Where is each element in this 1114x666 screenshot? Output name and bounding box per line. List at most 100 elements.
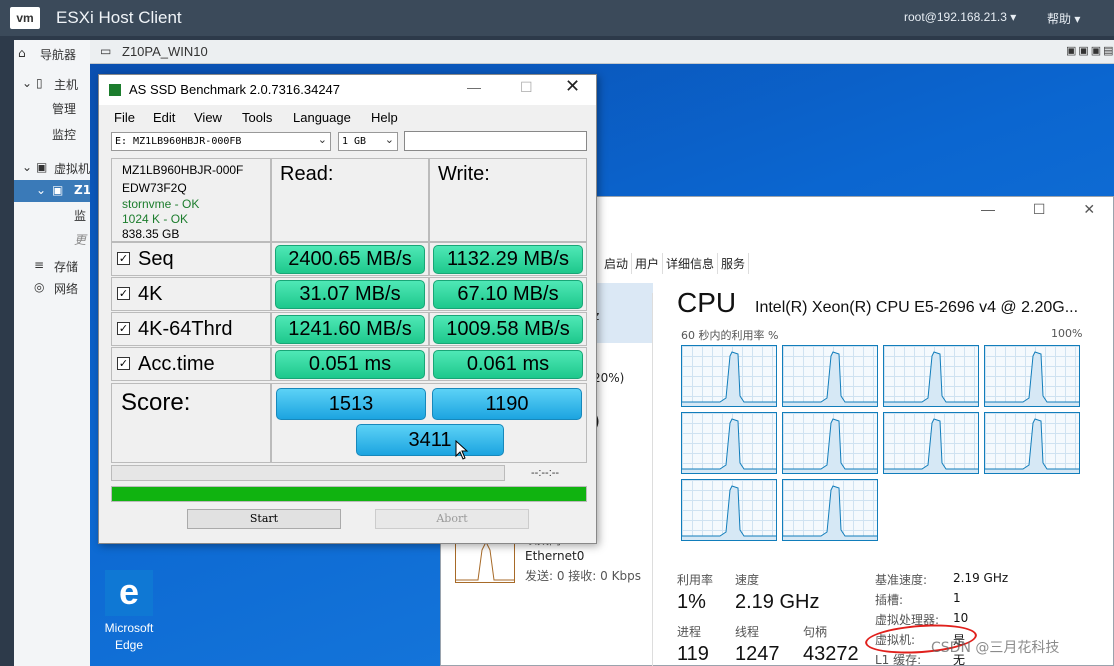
minimize-icon[interactable]: —	[467, 79, 481, 95]
4k-checkbox[interactable]: ✓	[117, 287, 130, 300]
perf-sidebar-fragment: 20%)	[593, 371, 625, 385]
threads-label: 线程	[735, 625, 760, 639]
abort-button[interactable]: Abort	[375, 509, 529, 529]
edge-icon[interactable]: e	[105, 570, 153, 616]
sidebar-item-vm-more[interactable]: 更	[74, 231, 86, 248]
test-progress-bar	[111, 465, 505, 481]
sidebar-item-manage[interactable]: 管理	[52, 100, 76, 117]
storage-icon: ≡	[34, 258, 45, 272]
chevron-down-icon[interactable]: ⌄	[22, 160, 32, 174]
pane-divider	[652, 293, 653, 666]
tab-startup[interactable]: 启动	[601, 253, 633, 274]
vm-console-header: ▭ Z10PA_WIN10 ▣▣▣▤⚙ 操作	[90, 40, 1114, 64]
as-ssd-titlebar: AS SSD Benchmark 2.0.7316.34247 — ☐ ✕	[99, 75, 596, 105]
score-read: 1513	[276, 388, 426, 420]
score-label-cell: Score:	[111, 383, 271, 463]
vm-console-title: Z10PA_WIN10	[122, 44, 208, 59]
user-menu[interactable]: root@192.168.21.3 ▾	[904, 10, 1016, 24]
start-button[interactable]: Start	[187, 509, 341, 529]
vm-icon: ▣	[52, 183, 64, 197]
cpu-core-graph	[782, 345, 878, 407]
menu-file[interactable]: File	[114, 110, 135, 125]
close-icon[interactable]: ✕	[565, 76, 580, 97]
sidebar-item-vm-monitor[interactable]: 监	[74, 207, 86, 224]
seq-checkbox[interactable]: ✓	[117, 252, 130, 265]
result-cell: 1009.58 MB/s	[429, 312, 587, 346]
handles-value: 43272	[803, 643, 859, 665]
driver-status: stornvme - OK	[122, 197, 200, 211]
perf-sidebar-selected-item[interactable]	[593, 283, 653, 343]
result-cell: 31.07 MB/s	[271, 277, 429, 311]
cpu-core-graph	[984, 412, 1080, 474]
vm-icon: ▣	[36, 160, 48, 174]
score-write: 1190	[432, 388, 582, 420]
speed-value: 2.19 GHz	[735, 591, 820, 613]
cpu-core-usage-area	[783, 486, 877, 540]
4k-read-result: 31.07 MB/s	[275, 280, 425, 309]
sidebar-item-host[interactable]: 主机	[54, 76, 78, 93]
sidebar-item-network[interactable]: 网络	[54, 280, 78, 297]
cpu-core-usage-area	[682, 486, 776, 540]
cpu-core-usage-area	[884, 352, 978, 406]
menu-help[interactable]: Help	[371, 110, 398, 125]
console-toolbar-icons[interactable]: ▣▣▣▤⚙	[1066, 44, 1114, 57]
tab-users[interactable]: 用户	[632, 253, 664, 274]
threads-value: 1247	[735, 643, 780, 665]
sidebar-navigator[interactable]: 导航器	[40, 46, 76, 63]
ethernet-mini-graph-line	[456, 540, 514, 581]
4k-64thrd-read-result: 1241.60 MB/s	[275, 315, 425, 344]
write-column-header: Write:	[429, 158, 587, 242]
cpu-graph-max: 100%	[1051, 327, 1083, 340]
test-size-select[interactable]: 1 GB ⌄	[338, 132, 398, 151]
cpu-core-usage-area	[682, 352, 776, 406]
window-controls[interactable]: — ☐ ✕	[981, 201, 1095, 218]
sidebar-item-vms[interactable]: 虚拟机	[54, 160, 90, 177]
chevron-down-icon[interactable]: ⌄	[36, 183, 46, 197]
monitor-icon: ▭	[100, 44, 112, 58]
chevron-down-icon[interactable]: ⌄	[22, 76, 32, 90]
chevron-down-icon: ⌄	[317, 133, 327, 146]
4k-64thrd-checkbox[interactable]: ✓	[117, 322, 130, 335]
virtual-processors-value: 10	[953, 611, 969, 625]
cpu-core-usage-line	[783, 418, 877, 473]
comment-input[interactable]	[404, 131, 587, 151]
cpu-core-graph	[984, 345, 1080, 407]
network-icon: ◎	[34, 280, 45, 294]
result-cell: 0.061 ms	[429, 347, 587, 381]
navigator-sidebar: ⌂ 导航器 ⌄ ▯ 主机 管理 监控 ⌄ ▣ 虚拟机 ⌄ ▣ Z1 监 更 ≡ …	[14, 40, 94, 666]
tab-services[interactable]: 服务	[718, 253, 750, 274]
cpu-core-graph	[681, 479, 777, 541]
sidebar-item-storage[interactable]: 存储	[54, 258, 78, 275]
result-cell: 1132.29 MB/s	[429, 242, 587, 276]
seq-write-result: 1132.29 MB/s	[433, 245, 583, 274]
maximize-icon[interactable]: ☐	[520, 79, 533, 96]
cpu-core-usage-line	[783, 351, 877, 406]
menu-edit[interactable]: Edit	[153, 110, 175, 125]
csdn-watermark: CSDN @三月花科技	[931, 640, 1060, 656]
cpu-graph-caption: 60 秒内的利用率 %	[681, 329, 779, 342]
drive-select[interactable]: E: MZ1LB960HBJR-000FB ⌄	[111, 132, 331, 151]
window-title: AS SSD Benchmark 2.0.7316.34247	[129, 82, 341, 97]
tab-details[interactable]: 详细信息	[663, 253, 719, 274]
menu-tools[interactable]: Tools	[242, 110, 272, 125]
test-label: 4K-64Thrd	[138, 318, 233, 340]
edge-desktop-label[interactable]: Microsoft Edge	[96, 620, 162, 654]
app-title: ESXi Host Client	[56, 8, 182, 27]
acc-time-checkbox[interactable]: ✓	[117, 357, 130, 370]
esxi-top-bar: vm ESXi Host Client root@192.168.21.3 ▾ …	[0, 0, 1114, 36]
4k-write-result: 67.10 MB/s	[433, 280, 583, 309]
write-header: Write:	[438, 163, 490, 185]
menu-view[interactable]: View	[194, 110, 222, 125]
score-label: Score:	[121, 389, 191, 416]
cpu-core-usage-line	[682, 351, 776, 406]
processes-value: 119	[677, 643, 709, 665]
cpu-core-usage-area	[985, 352, 1079, 406]
menu-language[interactable]: Language	[293, 110, 351, 125]
elapsed-time: --:--:--	[531, 467, 560, 479]
sidebar-item-monitor[interactable]: 监控	[52, 126, 76, 143]
chevron-down-icon: ⌄	[384, 133, 394, 146]
help-menu[interactable]: 帮助 ▾	[1047, 10, 1080, 27]
vmware-logo: vm	[10, 7, 40, 29]
sidebar-item-vm[interactable]: Z1	[74, 183, 91, 197]
home-icon: ⌂	[18, 46, 26, 60]
